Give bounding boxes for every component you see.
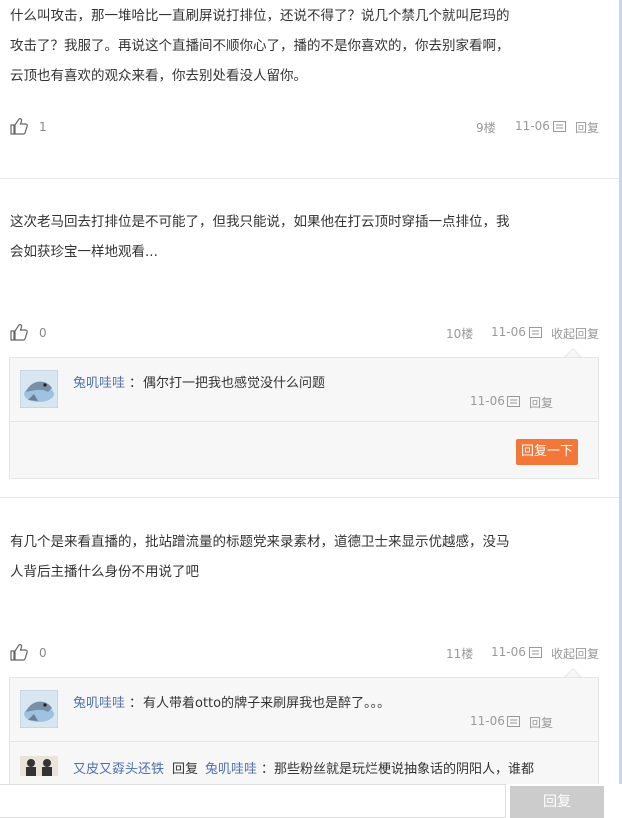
post-line: 攻击了？我服了。再说这个直播间不顺你心了，播的不是你喜欢的，你去别家看啊， (10, 38, 510, 54)
like-count: 0 (39, 326, 47, 340)
reply-link[interactable]: 回复 (575, 119, 599, 136)
post-content: 这次老马回去打排位是不可能了，但我只能说，如果他在打云顶时穿插一点排位，我 会如… (10, 207, 580, 267)
thumbs-up-icon[interactable] (10, 643, 28, 661)
sub-reply-panel: 兔叽哇哇 ： 有人带着otto的牌子来刷屏我也是醉了。。。 11-06 回复 又… (9, 677, 599, 797)
post-line: 有几个是来看直播的，批站蹭流量的标题党来录素材，道德卫士来显示优越感，没马 (10, 534, 510, 550)
sub-reply-username[interactable]: 兔叽哇哇 (73, 372, 125, 391)
submit-reply-button[interactable]: 回复 (510, 786, 604, 818)
post-date: 11-06 (491, 645, 526, 659)
post-date: 11-06 (491, 325, 526, 339)
post-content: 什么叫攻击，那一堆哈比一直刷屏说打排位，还说不得了？说几个禁几个就叫尼玛的 攻击… (10, 1, 580, 91)
reply-input[interactable] (0, 784, 506, 818)
floor-number: 11楼 (446, 647, 474, 661)
post-line: 会如获珍宝一样地观看... (10, 244, 158, 260)
like-count: 0 (39, 646, 47, 660)
post-line: 这次老马回去打排位是不可能了，但我只能说，如果他在打云顶时穿插一点排位，我 (10, 214, 510, 230)
avatar[interactable] (20, 756, 58, 776)
comment-icon[interactable] (529, 647, 542, 658)
reply-to-word: 回复 (172, 762, 199, 777)
sub-reply-date: 11-06 (470, 394, 505, 408)
avatar[interactable] (20, 690, 58, 728)
sub-reply-colon: ： (129, 696, 143, 711)
post-divider (0, 178, 619, 179)
sub-reply-date: 11-06 (470, 714, 505, 728)
post-line: 人背后主播什么身份不用说了吧 (10, 564, 199, 580)
floor-number: 10楼 (446, 327, 474, 341)
sub-reply-link[interactable]: 回复 (529, 394, 553, 411)
comment-icon[interactable] (529, 327, 542, 338)
sub-reply-username[interactable]: 又皮又孬头还铁 (73, 758, 164, 777)
sub-reply-text: 有人带着otto的牌子来刷屏我也是醉了。。。 (143, 696, 391, 711)
post-line: 什么叫攻击，那一堆哈比一直刷屏说打排位，还说不得了？说几个禁几个就叫尼玛的 (10, 8, 510, 24)
sub-reply-divider (10, 421, 598, 422)
thumbs-up-icon[interactable] (10, 323, 28, 341)
post-divider (0, 497, 619, 498)
sub-reply-text: 那些粉丝就是玩烂梗说抽象话的阴阳人，谁都 (274, 762, 535, 777)
thumbs-up-icon[interactable] (10, 117, 28, 135)
sub-reply-colon: ： (129, 376, 143, 391)
avatar[interactable] (20, 370, 58, 408)
collapse-replies-link[interactable]: 收起回复 (551, 645, 599, 662)
collapse-replies-link[interactable]: 收起回复 (551, 325, 599, 342)
sub-reply-text: 偶尔打一把我也感觉没什么问题 (143, 376, 326, 391)
post-content: 有几个是来看直播的，批站蹭流量的标题党来录素材，道德卫士来显示优越感，没马 人背… (10, 527, 580, 587)
comment-icon[interactable] (507, 396, 520, 407)
reply-target-username[interactable]: 兔叽哇哇 (205, 758, 257, 777)
floor-number: 9楼 (476, 121, 496, 135)
sub-reply-panel: 兔叽哇哇 ： 偶尔打一把我也感觉没什么问题 11-06 回复 回复一下 (9, 357, 599, 479)
reply-now-button[interactable]: 回复一下 (516, 439, 578, 465)
comment-icon[interactable] (507, 716, 520, 727)
sub-reply-username[interactable]: 兔叽哇哇 (73, 692, 125, 711)
sub-reply-link[interactable]: 回复 (529, 714, 553, 731)
sub-reply-divider (10, 741, 598, 742)
post-line: 云顶也有喜欢的观众来看，你去别处看没人留你。 (10, 68, 307, 84)
like-count: 1 (39, 120, 47, 134)
post-date: 11-06 (515, 119, 550, 133)
comment-icon[interactable] (553, 121, 566, 132)
sub-reply-colon: ： (261, 762, 275, 777)
